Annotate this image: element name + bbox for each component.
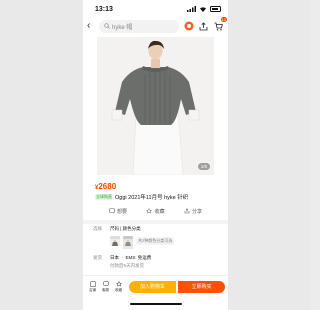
status-time: 13:13 (95, 5, 113, 13)
variant-thumb-2[interactable] (123, 236, 133, 249)
action-row: 想要 收藏 分享 (83, 206, 228, 216)
back-icon[interactable]: ‹ (87, 21, 95, 31)
right-background (228, 0, 310, 310)
product-image[interactable]: 1/8 (97, 37, 214, 175)
service-button[interactable]: 客服 (100, 280, 111, 293)
collect-label: 收藏 (115, 287, 122, 292)
variant-thumbs[interactable]: 共2种颜色分类可选 (110, 236, 175, 249)
select-key: 选择 (93, 226, 102, 231)
ship-note: 付款后5天内发货 (110, 263, 145, 268)
price-value: 2680 (98, 182, 117, 191)
left-background (0, 0, 83, 310)
global-tag: 全球购直 (95, 194, 113, 200)
image-counter: 1/8 (197, 163, 210, 170)
want-icon (109, 208, 115, 213)
cart-icon[interactable]: 10 (213, 16, 227, 32)
ship-key: 发货 (93, 255, 102, 260)
share-icon (184, 208, 190, 214)
signal-icon (187, 6, 196, 12)
search-placeholder: hyke 帽 (112, 24, 133, 31)
star-icon (146, 208, 153, 214)
bottom-bar: 店铺 客服 收藏 加入购物车 立即购买 (83, 275, 228, 297)
star-icon (115, 280, 122, 287)
variant-thumb-1[interactable] (110, 236, 120, 246)
search-icon (104, 23, 110, 29)
search-input[interactable]: hyke 帽 (99, 19, 179, 33)
price: ¥2680 (95, 182, 116, 191)
red-packet-icon[interactable] (183, 21, 194, 32)
status-bar: 13:13 (83, 0, 228, 18)
want-button[interactable]: 想要 (109, 206, 127, 216)
select-row[interactable]: 选择 尺码 | 颜色分类 (83, 226, 228, 232)
top-bar: ‹ hyke 帽 10 (83, 16, 228, 34)
divider (83, 220, 228, 224)
product-title: Oggi 2021年11月号 hyke 针织 (115, 195, 189, 201)
battery-icon (210, 6, 221, 12)
select-value: 尺码 | 颜色分类 (110, 226, 141, 231)
shop-label: 店铺 (89, 287, 96, 292)
shop-button[interactable]: 店铺 (87, 280, 98, 293)
product-title-row: 全球购直 Oggi 2021年11月号 hyke 针织 (95, 193, 188, 201)
wifi-icon (200, 7, 206, 12)
share-icon-top[interactable] (198, 21, 209, 32)
variant-count-tag: 共2种颜色分类可选 (136, 237, 175, 245)
service-label: 客服 (102, 287, 109, 292)
chat-icon (102, 280, 109, 286)
ship-from: 日本 (110, 255, 119, 260)
model-photo (97, 37, 214, 175)
want-label: 想要 (117, 208, 128, 215)
home-indicator (130, 303, 182, 305)
shipping-section: 发货 日本 · EMS: 免运费 付款后5天内发货 (83, 255, 228, 269)
app-screen: 13:13 ‹ hyke 帽 10 1/8 ¥2680 全球购直 Oggi 20… (83, 0, 228, 310)
share-button[interactable]: 分享 (184, 206, 202, 216)
favorite-label: 收藏 (154, 208, 165, 215)
options-section[interactable]: 选择 尺码 | 颜色分类 (83, 226, 228, 232)
ship-method: EMS: 免运费 (125, 255, 152, 260)
add-to-cart-button[interactable]: 加入购物车 (129, 280, 176, 293)
shop-icon (89, 280, 96, 287)
share-label: 分享 (191, 208, 202, 215)
favorite-button[interactable]: 收藏 (146, 206, 165, 216)
cart-badge: 10 (220, 16, 227, 22)
shipping-row: 发货 日本 · EMS: 免运费 (93, 255, 152, 260)
buy-now-button[interactable]: 立即购买 (178, 280, 225, 293)
collect-button[interactable]: 收藏 (113, 280, 124, 293)
